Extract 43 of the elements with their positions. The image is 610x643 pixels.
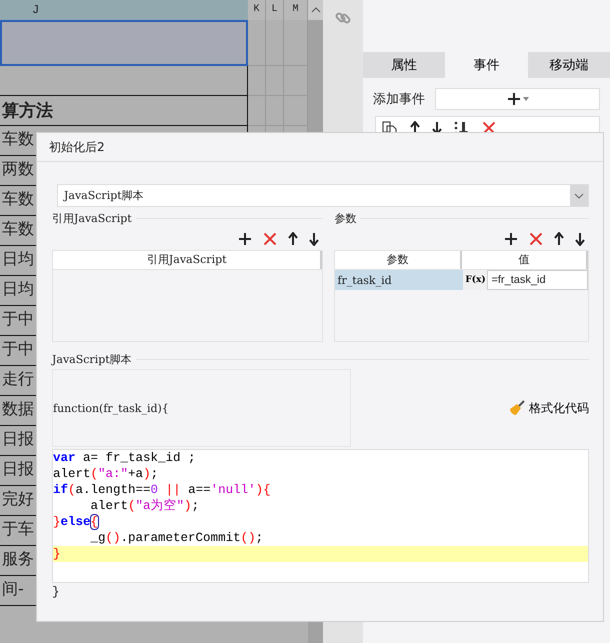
plus-icon[interactable]: [238, 232, 252, 246]
format-code-button[interactable]: 格式化代码: [509, 400, 589, 416]
panel-tab[interactable]: 属性: [363, 52, 446, 78]
dialog-title: 初始化后2: [49, 139, 105, 156]
plus-icon[interactable]: [504, 232, 518, 246]
param-name-cell[interactable]: fr_task_id: [335, 270, 464, 290]
down-arrow-icon[interactable]: [432, 121, 442, 135]
up-arrow-icon[interactable]: [410, 121, 420, 135]
up-arrow-icon[interactable]: [554, 232, 564, 246]
sheet-cell: [266, 66, 284, 96]
delete-icon[interactable]: [482, 121, 496, 135]
caret-icon: [522, 97, 528, 101]
code-line: alert("a:"+a);: [53, 466, 160, 482]
chevron-down-icon: [574, 192, 584, 198]
code-line: }else{: [53, 514, 100, 530]
function-signature: function(fr_task_id){: [53, 402, 169, 414]
param-value-field[interactable]: =fr_task_id: [487, 270, 588, 290]
column-header: K: [248, 0, 266, 20]
delete-icon[interactable]: [263, 232, 278, 246]
column-header: J: [0, 0, 248, 20]
column-header: M: [284, 0, 308, 20]
section-title: JavaScript脚本: [52, 352, 132, 367]
down-arrow-icon[interactable]: [309, 232, 320, 246]
down-arrow-icon[interactable]: [575, 232, 585, 246]
section-title: 参数: [334, 211, 356, 226]
delete-icon[interactable]: [529, 232, 543, 246]
scroll-up-icon[interactable]: [310, 7, 320, 13]
up-arrow-icon[interactable]: [288, 232, 298, 246]
sheet-cell: [248, 20, 266, 66]
sheet-cell: [248, 66, 266, 96]
code-editor[interactable]: var a= fr_task_id ; alert("a:"+a); if(a.length==0 || a=='null'){ alert("a为空"); }else{ _g().parameterCommit(); }: [52, 449, 589, 583]
sheet-cell: [266, 20, 284, 66]
type-dropdown[interactable]: JavaScript脚本: [57, 184, 589, 207]
column-header: L: [266, 0, 284, 20]
column-header: 引用JavaScript: [53, 251, 322, 269]
sheet-cell: 算方法: [0, 96, 248, 126]
closing-brace: }: [52, 585, 60, 599]
panel-tab[interactable]: 移动端: [528, 52, 610, 78]
formula-button[interactable]: F(x): [463, 270, 488, 290]
add-event-label: 添加事件: [373, 91, 425, 108]
broom-icon: [509, 400, 525, 416]
plus-icon: [506, 92, 520, 106]
code-line: alert("a为空");: [90, 498, 200, 514]
